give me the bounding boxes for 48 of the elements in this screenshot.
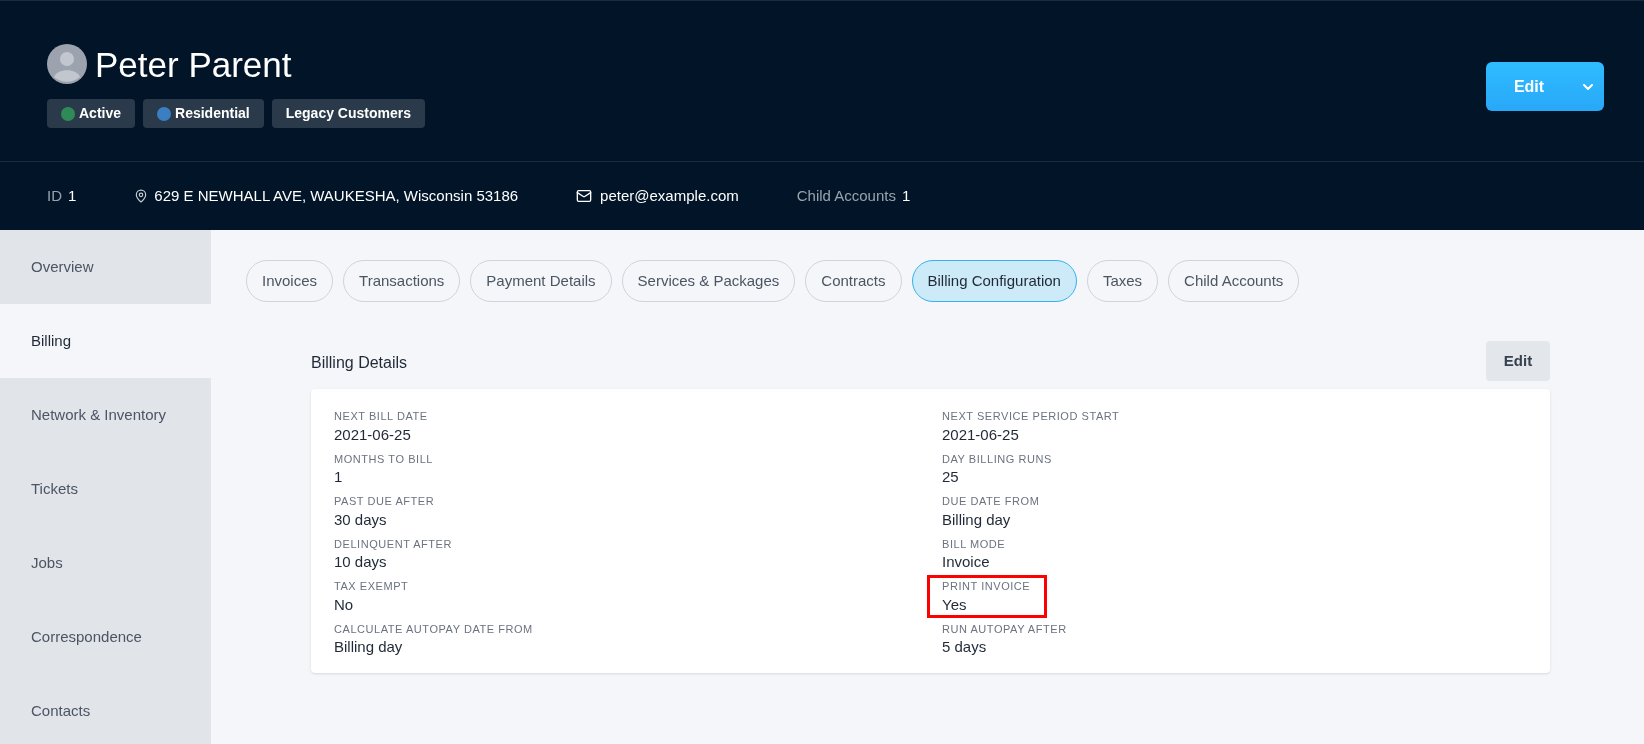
field-label: CALCULATE AUTOPAY DATE FROM: [334, 621, 533, 637]
field-value: Billing day: [334, 637, 404, 657]
field-value: Yes: [942, 594, 968, 615]
field-label: TAX EXEMPT: [334, 579, 409, 594]
info-value: 1: [68, 185, 77, 206]
field-value: Billing day: [942, 509, 1012, 530]
field-label: PAST DUE AFTER: [334, 494, 435, 509]
field-value: 2021-06-25: [334, 424, 412, 445]
customer-name: Peter Parent: [95, 46, 292, 82]
tab[interactable]: Invoices: [246, 260, 334, 302]
tab[interactable]: Billing Configuration: [911, 260, 1077, 302]
sidebar-item[interactable]: Billing: [0, 304, 211, 378]
field-value: 10 days: [334, 552, 388, 572]
info-label: Child Accounts: [796, 185, 896, 206]
mail-icon: [576, 188, 593, 204]
field-label: NEXT SERVICE PERIOD START: [942, 409, 1120, 424]
field-value: 25: [942, 467, 960, 487]
address-text: 629 E NEWHALL AVE, WAUKESHA, Wisconsin 53186: [154, 185, 519, 206]
field-value: No: [334, 594, 355, 615]
tab[interactable]: Services & Packages: [621, 260, 796, 302]
customer-tag: Legacy Customers: [271, 99, 425, 128]
field-label: DAY BILLING RUNS: [942, 451, 1052, 467]
tab[interactable]: Transactions: [343, 260, 461, 302]
email-text: peter@example.com: [600, 185, 739, 206]
tab[interactable]: Taxes: [1086, 260, 1159, 302]
field-label: PRINT INVOICE: [942, 579, 1031, 594]
field-label: DUE DATE FROM: [942, 494, 1040, 509]
section-title: Billing Details: [311, 353, 408, 373]
tab[interactable]: Contracts: [805, 260, 902, 302]
field-value: 5 days: [942, 637, 988, 657]
location-pin-icon: [134, 189, 149, 203]
tab[interactable]: Payment Details: [470, 260, 612, 302]
field-label: BILL MODE: [942, 536, 1006, 552]
field-label: RUN AUTOPAY AFTER: [942, 621, 1067, 637]
customer-tag: Active: [47, 99, 136, 128]
avatar-icon: [47, 44, 87, 84]
customer-tag: Residential: [143, 99, 264, 128]
info-value: 1: [901, 185, 911, 206]
info-label: ID: [47, 185, 62, 206]
field-value: 1: [334, 467, 344, 487]
edit-button[interactable]: Edit: [1486, 341, 1550, 381]
field-value: 2021-06-25: [942, 424, 1020, 445]
field-label: DELINQUENT AFTER: [334, 536, 452, 552]
field-label: NEXT BILL DATE: [334, 409, 428, 424]
field-value: Invoice: [942, 552, 991, 572]
tab[interactable]: Child Accounts: [1168, 260, 1300, 302]
field-value: 30 days: [334, 509, 388, 530]
field-label: MONTHS TO BILL: [334, 451, 433, 467]
